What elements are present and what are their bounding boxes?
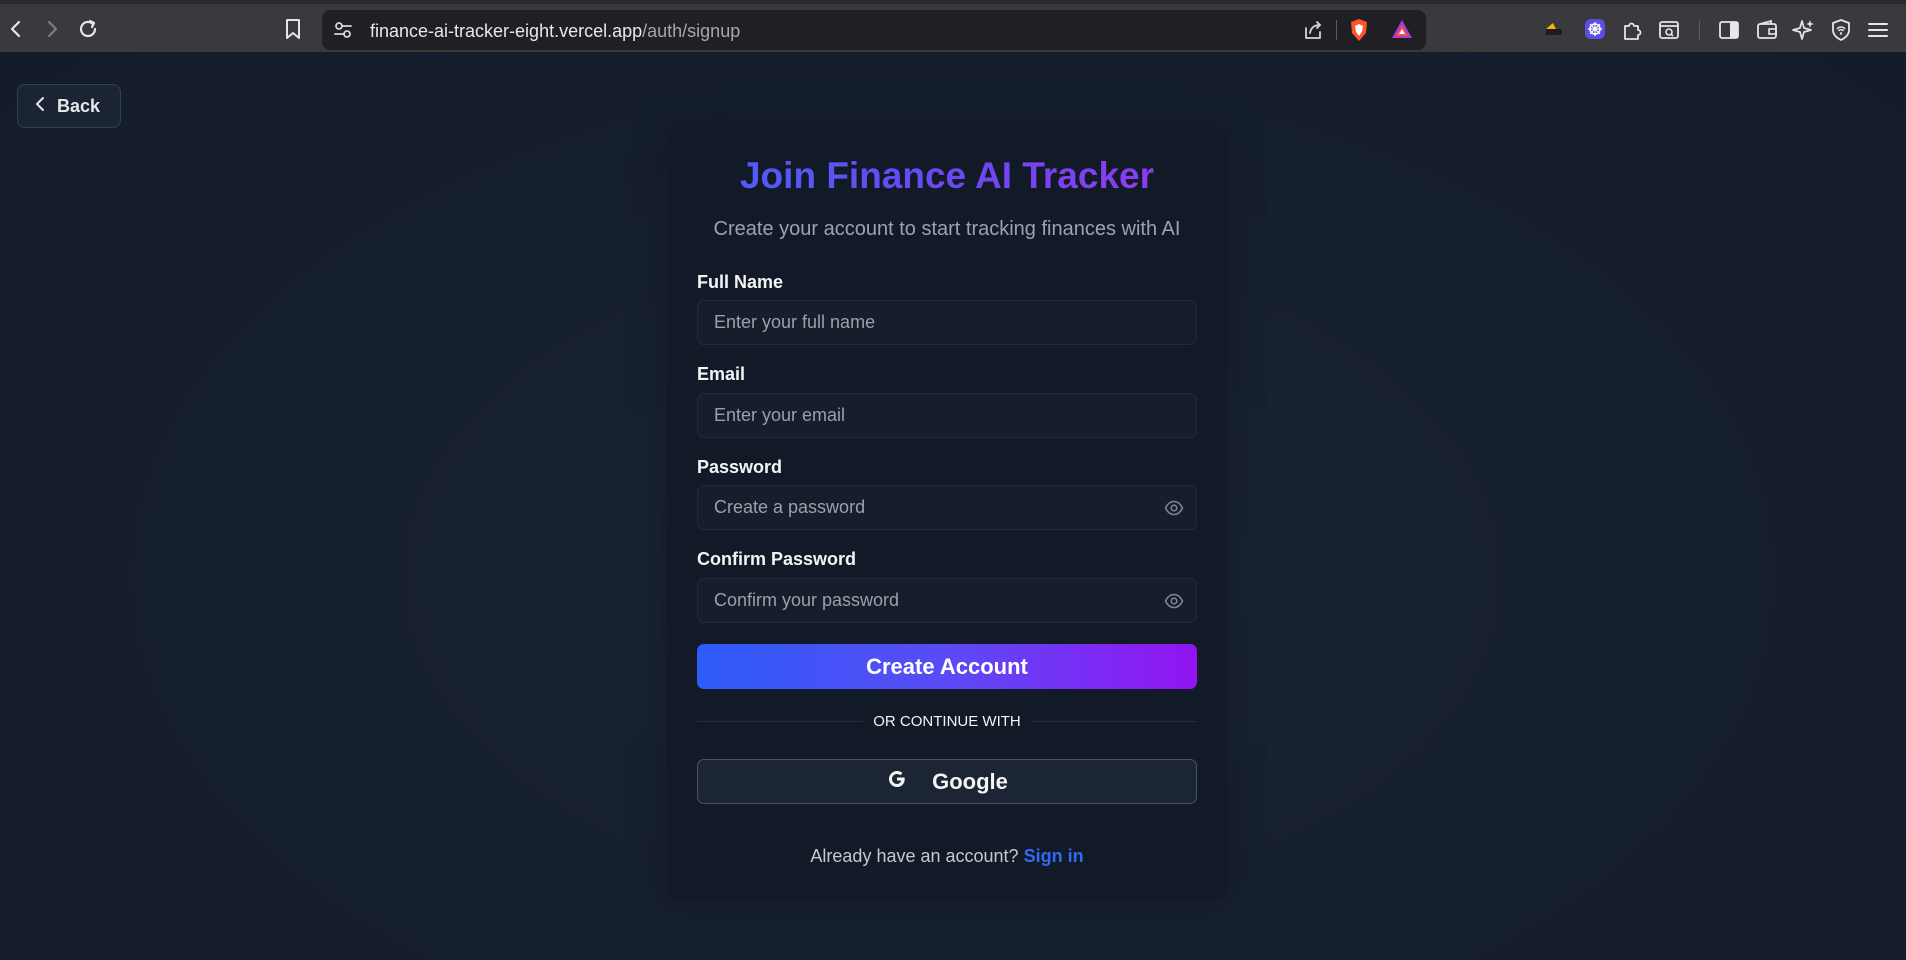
google-signin-button[interactable]: Google [697, 759, 1197, 804]
confirm-password-input[interactable] [698, 579, 1196, 622]
confirm-password-label: Confirm Password [697, 549, 857, 569]
page-title-text: Join Finance AI Tracker [739, 155, 1154, 196]
google-icon [886, 768, 908, 795]
address-bar-separator [1336, 20, 1337, 40]
vpn-icon[interactable] [1829, 18, 1853, 42]
menu-icon[interactable] [1866, 18, 1890, 42]
back-button-label: Back [57, 95, 101, 116]
brave-rewards-icon[interactable] [1390, 18, 1414, 40]
share-icon[interactable] [1302, 19, 1324, 41]
eye-icon[interactable] [1164, 499, 1184, 522]
leo-ai-icon[interactable] [1792, 18, 1816, 42]
email-input[interactable] [698, 394, 1196, 437]
password-field-wrapper [697, 485, 1197, 530]
site-info-icon[interactable] [332, 19, 356, 41]
brave-shield-icon[interactable] [1348, 18, 1370, 42]
full-name-label: Full Name [697, 272, 784, 292]
sidebar-icon[interactable] [1717, 18, 1741, 42]
signup-card: Join Finance AI Tracker Create your acco… [667, 126, 1227, 900]
url-text[interactable]: finance-ai-tracker-eight.vercel.app/auth… [370, 21, 740, 42]
create-account-button[interactable]: Create Account [697, 644, 1197, 689]
create-account-label: Create Account [866, 653, 1028, 679]
extension-icon[interactable] [1584, 18, 1606, 40]
signin-prompt-row: Already have an account? Sign in [667, 846, 1227, 867]
extension-icon[interactable] [1544, 19, 1566, 37]
url-host: finance-ai-tracker-eight.vercel.app [370, 21, 643, 41]
reload-icon[interactable] [74, 15, 102, 43]
email-label: Email [697, 364, 746, 384]
bookmark-icon[interactable] [279, 15, 307, 43]
full-name-input[interactable] [698, 301, 1196, 344]
back-button[interactable]: Back [17, 84, 121, 128]
back-arrow-icon[interactable] [2, 15, 30, 43]
chevron-left-icon [35, 96, 45, 117]
toolbar-separator [1699, 20, 1700, 40]
page-subtitle: Create your account to start tracking fi… [713, 218, 1181, 240]
password-label: Password [697, 457, 783, 477]
reader-icon[interactable] [1657, 18, 1681, 42]
page-title: Join Finance AI Tracker [667, 155, 1227, 197]
google-label: Google [932, 768, 1008, 794]
wallet-icon[interactable] [1755, 18, 1779, 42]
full-name-field-wrapper [697, 300, 1197, 345]
confirm-password-field-wrapper [697, 578, 1197, 623]
signin-prompt: Already have an account? [810, 846, 1019, 866]
password-input[interactable] [698, 486, 1196, 529]
email-field-wrapper [697, 393, 1197, 438]
signin-link[interactable]: Sign in [1024, 846, 1084, 866]
eye-icon[interactable] [1164, 592, 1184, 615]
divider: OR CONTINUE WITH [667, 713, 1227, 731]
url-path: /auth/signup [642, 21, 741, 41]
divider-text: OR CONTINUE WITH [863, 713, 1031, 730]
address-bar[interactable]: finance-ai-tracker-eight.vercel.app/auth… [322, 10, 1426, 50]
forward-arrow-icon[interactable] [38, 15, 66, 43]
puzzle-icon[interactable] [1621, 18, 1645, 42]
browser-toolbar: finance-ai-tracker-eight.vercel.app/auth… [0, 0, 1906, 52]
